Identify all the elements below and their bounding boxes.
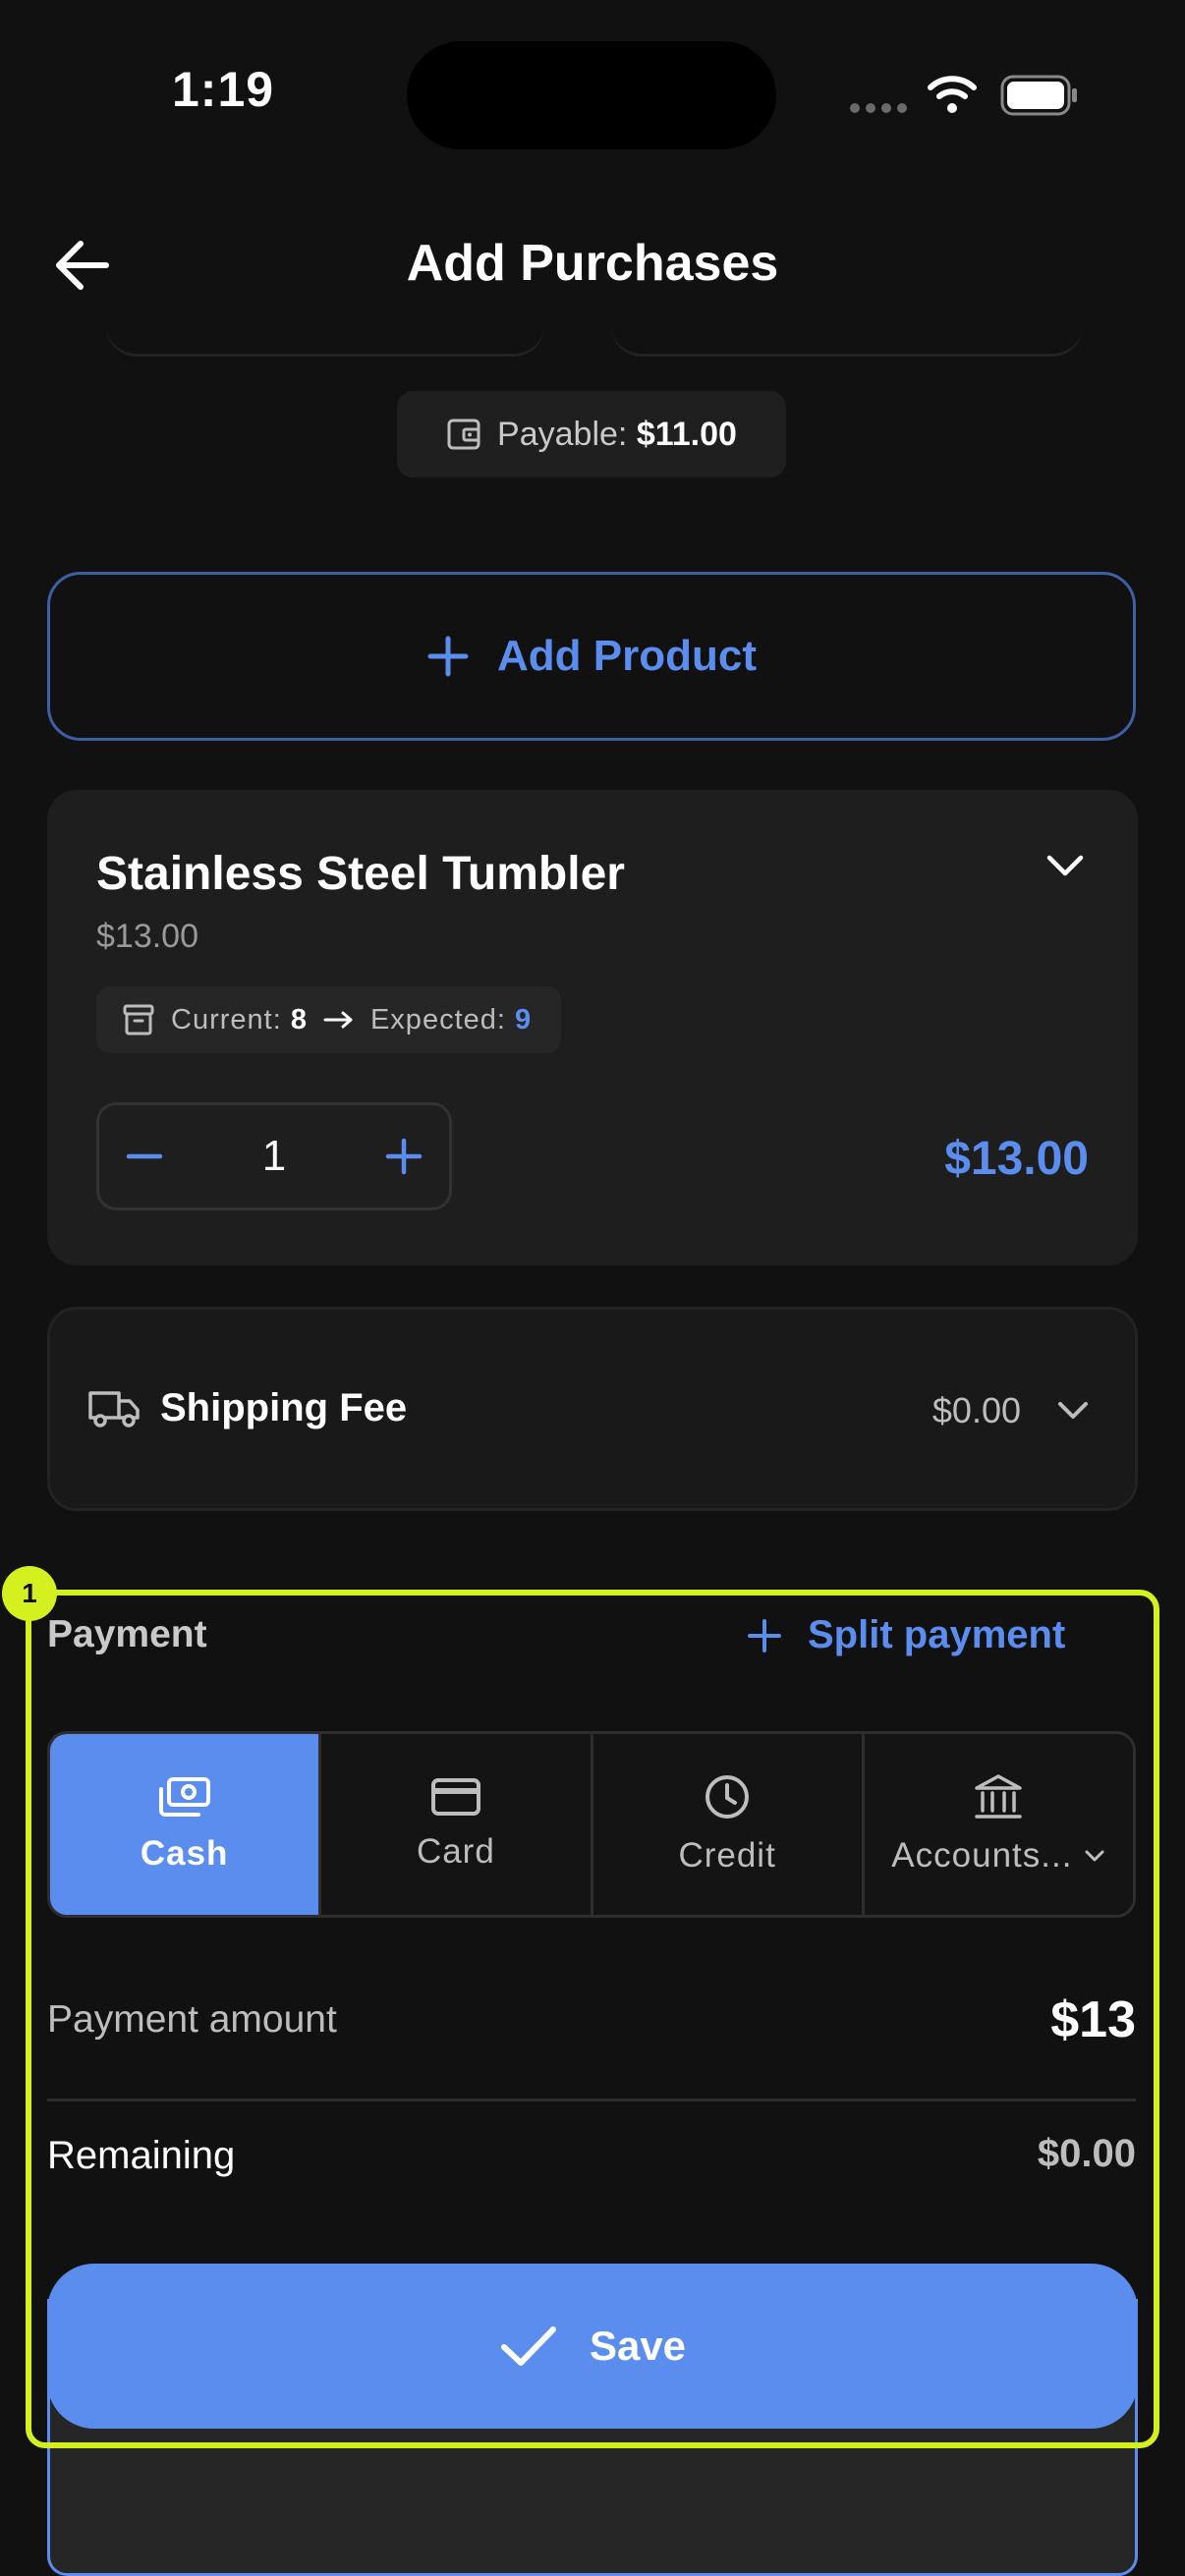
battery-icon (1000, 75, 1079, 116)
product-name: Stainless Steel Tumbler (96, 848, 625, 900)
summary-card-right (611, 295, 1083, 357)
payable-value: $11.00 (636, 415, 737, 453)
plus-icon (427, 636, 469, 677)
wallet-icon (447, 419, 480, 450)
current-value: 8 (290, 1003, 308, 1036)
shipping-label: Shipping Fee (160, 1386, 408, 1429)
add-product-label: Add Product (497, 632, 757, 680)
increment-button[interactable] (384, 1137, 423, 1176)
expected-label: Expected: (369, 1003, 506, 1036)
collapse-toggle[interactable] (1045, 853, 1085, 878)
chevron-down-icon (1046, 855, 1084, 876)
line-total: $13.00 (944, 1133, 1089, 1185)
add-product-button[interactable]: Add Product (47, 572, 1136, 741)
arrow-right-icon (323, 1011, 353, 1029)
plus-icon (385, 1138, 423, 1175)
payable-label: Payable: (497, 415, 628, 453)
archive-box-icon (123, 1004, 154, 1036)
quantity-value[interactable]: 1 (262, 1132, 286, 1181)
highlight-badge: 1 (2, 1566, 57, 1621)
status-time: 1:19 (172, 62, 275, 117)
summary-card-left (106, 295, 544, 357)
page-title: Add Purchases (406, 235, 779, 292)
payable-chip: Payable: $11.00 (397, 391, 786, 477)
dynamic-island (407, 41, 776, 149)
shipping-fee-row[interactable]: Shipping Fee $0.00 (47, 1307, 1138, 1511)
product-price: $13.00 (96, 918, 198, 955)
wifi-icon (928, 75, 977, 114)
expected-value: 9 (515, 1003, 533, 1036)
chevron-down-icon (1056, 1400, 1090, 1422)
highlight-box (26, 1590, 1159, 2448)
cellular-signal-icon (849, 102, 908, 114)
current-label: Current: (171, 1003, 282, 1036)
stock-chip: Current: 8 Expected: 9 (96, 986, 562, 1053)
decrement-button[interactable] (125, 1137, 164, 1176)
product-card: Stainless Steel Tumbler $13.00 Current: … (47, 790, 1138, 1265)
shipping-value: $0.00 (931, 1390, 1021, 1430)
quantity-stepper[interactable]: 1 (96, 1102, 452, 1210)
minus-icon (126, 1153, 163, 1159)
truck-icon (87, 1388, 141, 1429)
